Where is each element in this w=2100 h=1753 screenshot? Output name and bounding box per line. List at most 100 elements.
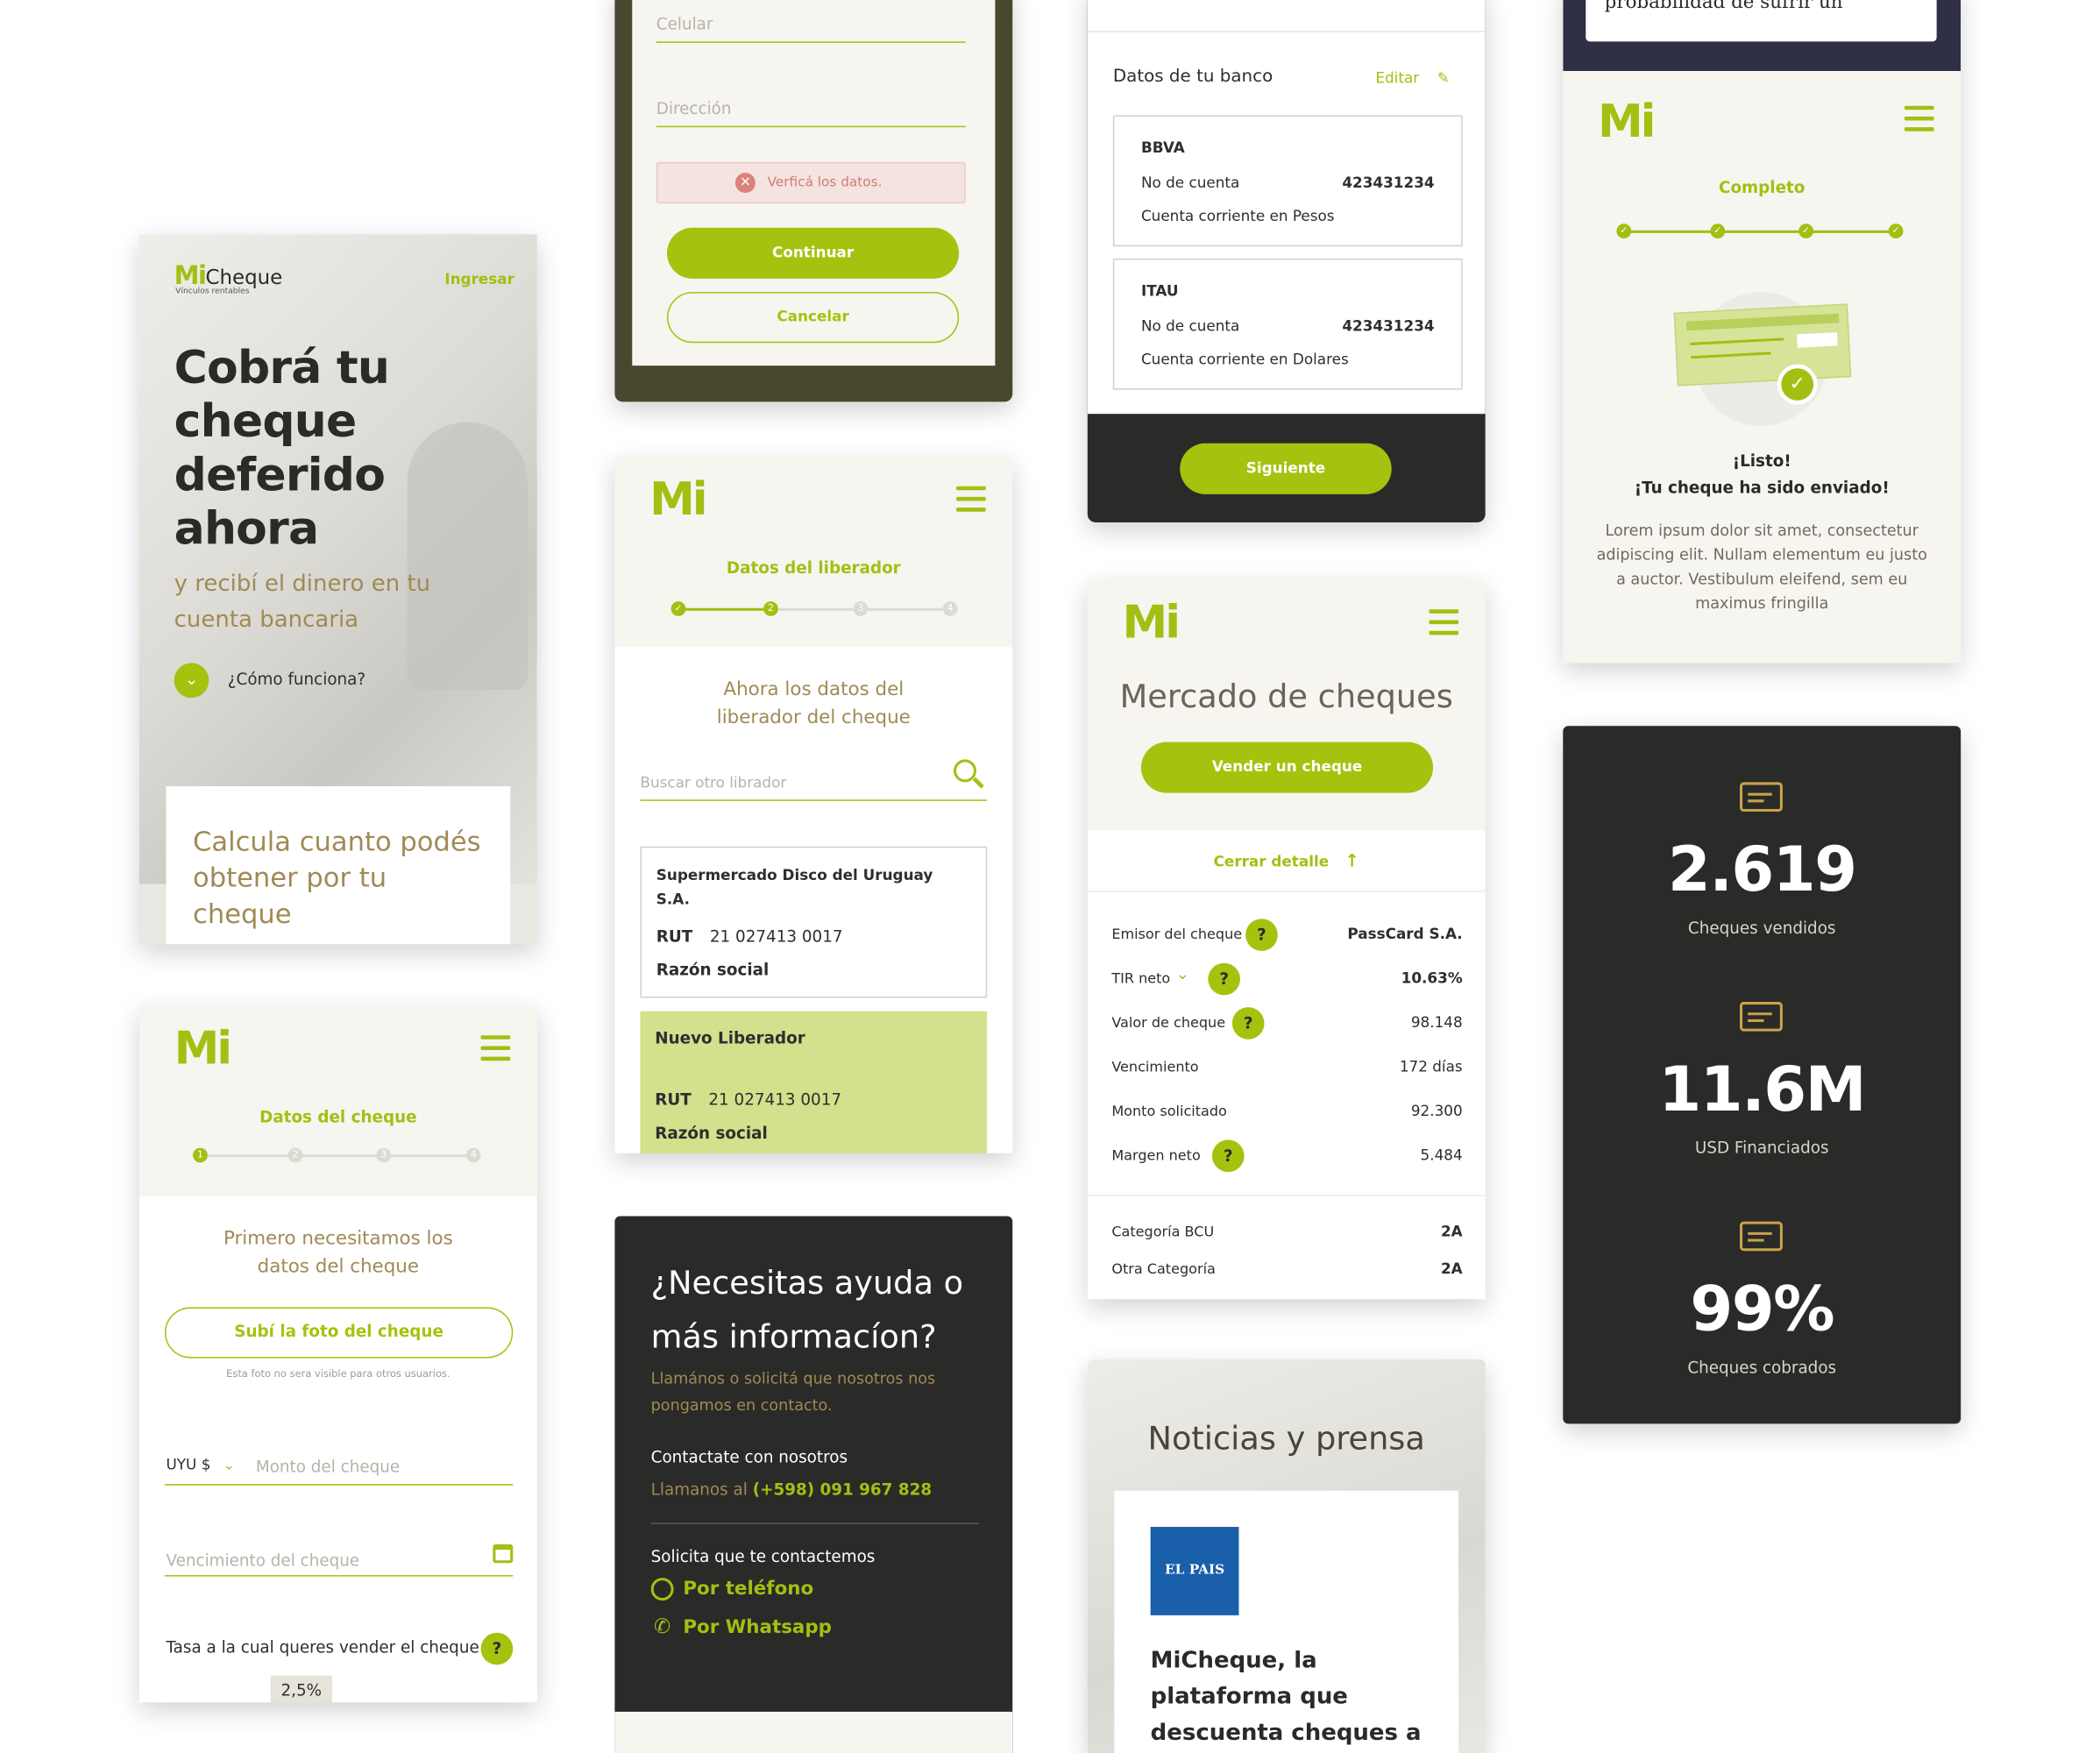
liberador-result[interactable]: Supermercado Disco del Uruguay S.A. RUT … — [640, 846, 988, 998]
by-phone-label: Por teléfono — [683, 1578, 814, 1600]
search-input[interactable]: Buscar otro librador — [640, 774, 786, 791]
account-number: 423431234 — [1342, 317, 1435, 336]
direccion-field[interactable]: Dirección — [656, 99, 732, 117]
new-razon-label: Razón social — [655, 1124, 768, 1143]
amount-input[interactable]: Monto del cheque — [256, 1458, 400, 1476]
mi-logo[interactable]: Mi — [1598, 95, 1656, 148]
cheque-data-card: Mi Datos del cheque 1 2 3 4 Primero nece… — [138, 1005, 537, 1703]
cheque-body: Primero necesitamos los datos del cheque… — [138, 1196, 537, 1703]
new-liberador[interactable]: Nuevo Liberador RUT 21 027413 0017 Razón… — [640, 1011, 988, 1153]
currency-select[interactable]: UYU $ ⌄ — [166, 1456, 234, 1473]
step-4: ✓ — [1888, 224, 1904, 239]
divider — [1087, 1195, 1486, 1196]
market-title: Mercado de cheques — [1119, 678, 1453, 716]
by-whatsapp-link[interactable]: ✆ Por Whatsapp — [651, 1614, 832, 1638]
bank-account-itau[interactable]: ITAU No de cuenta 423431234 Cuenta corri… — [1112, 258, 1463, 390]
wallet-icon — [1737, 1210, 1785, 1253]
how-it-works-button[interactable]: ⌄ ¿Cómo funciona? — [174, 663, 443, 699]
step-1: ✓ — [670, 601, 686, 616]
help-icon[interactable]: ? — [1245, 919, 1278, 951]
step-3: 3 — [853, 601, 869, 616]
market-row: TIR neto ⌄? 10.63% — [1088, 962, 1486, 998]
help-icon[interactable]: ? — [1231, 1007, 1265, 1040]
step-4: 4 — [465, 1147, 481, 1163]
mi-logo[interactable]: Mi — [649, 472, 707, 526]
currency-value: UYU $ — [166, 1456, 211, 1473]
search-underline — [640, 799, 988, 801]
step-2: 2 — [763, 601, 778, 616]
progress-stepper: ✓ 2 3 4 — [670, 601, 958, 617]
sell-cheque-button[interactable]: Vender un cheque — [1140, 742, 1434, 793]
help-icon[interactable]: ? — [1208, 962, 1241, 996]
error-message: ✕ Verficá los datos. — [656, 161, 966, 204]
by-phone-link[interactable]: Por teléfono — [650, 1578, 814, 1601]
next-button[interactable]: Siguiente — [1180, 443, 1392, 494]
menu-icon[interactable] — [480, 1035, 511, 1062]
step-4: 4 — [942, 601, 958, 616]
search-icon[interactable] — [954, 759, 984, 791]
bank-account-bbva[interactable]: BBVA No de cuenta 423431234 Cuenta corri… — [1112, 115, 1463, 247]
contact-title: Contactate con nosotros — [650, 1447, 848, 1467]
chevron-down-icon: ⌄ — [223, 1458, 235, 1473]
step-title: Completo — [1719, 178, 1806, 197]
help-icon[interactable]: ? — [480, 1632, 514, 1665]
mi-logo[interactable]: Mi — [1123, 596, 1181, 649]
market-row-label: Margen neto — [1111, 1147, 1201, 1164]
login-link[interactable]: Ingresar — [444, 271, 514, 288]
logo[interactable]: MiCheque Vínculos rentables — [174, 261, 283, 296]
step-3: 3 — [376, 1147, 392, 1163]
mi-logo[interactable]: Mi — [174, 1022, 232, 1075]
rate-value[interactable]: 2,5% — [270, 1675, 332, 1703]
stat-value: 99% — [1690, 1272, 1834, 1345]
calendar-icon[interactable] — [493, 1544, 514, 1564]
success-sent: ¡Tu cheque ha sido enviado! — [1634, 478, 1890, 497]
cancel-button[interactable]: Cancelar — [666, 292, 960, 344]
edit-link[interactable]: Editar ✎ — [1375, 69, 1449, 87]
success-body: Lorem ipsum dolor sit amet, consectetur … — [1596, 521, 1927, 613]
direccion-underline — [656, 125, 966, 128]
new-rut-value: 21 027413 0017 — [708, 1089, 842, 1110]
market-row-value: PassCard S.A. — [1347, 925, 1463, 943]
menu-icon[interactable] — [956, 486, 986, 514]
step-1: ✓ — [1616, 224, 1632, 239]
continue-button[interactable]: Continuar — [666, 227, 960, 279]
new-rut-label: RUT — [655, 1089, 692, 1110]
market-row: Monto solicitado 92.300 — [1088, 1096, 1486, 1131]
pencil-icon: ✎ — [1437, 69, 1450, 88]
market-row-value: 10.63% — [1401, 969, 1463, 988]
help-icon[interactable]: ? — [1211, 1139, 1245, 1173]
money-icon — [1737, 991, 1785, 1034]
success-card: probabilidad de sufrir un Mi Completo ✓ … — [1563, 0, 1962, 664]
hero-card: MiCheque Vínculos rentables Ingresar Cob… — [138, 234, 537, 945]
call-prefix: Llamanos al — [650, 1480, 748, 1499]
divider — [1087, 31, 1486, 32]
upload-photo-button[interactable]: Subí la foto del cheque — [164, 1307, 514, 1359]
stat-value: 11.6M — [1658, 1053, 1866, 1125]
close-detail-link[interactable]: Cerrar detalle ↑ — [1088, 852, 1486, 872]
market-row: Margen neto? 5.484 — [1088, 1139, 1486, 1175]
chevron-down-icon: ⌄ — [174, 663, 209, 699]
top-text: probabilidad de sufrir un — [1604, 0, 1843, 14]
market-row-value: 92.300 — [1410, 1102, 1463, 1120]
menu-icon[interactable] — [1904, 105, 1934, 133]
phone-link[interactable]: (+598) 091 967 828 — [753, 1480, 932, 1499]
due-date-input[interactable]: Vencimiento del cheque — [166, 1551, 359, 1570]
cheque-icon — [1737, 771, 1785, 814]
liberador-card: Mi Datos del liberador ✓ 2 3 4 Ahora los… — [614, 457, 1013, 1153]
help-footer-strip — [614, 1711, 1013, 1753]
menu-icon[interactable] — [1429, 609, 1459, 636]
news-item[interactable]: EL PAIS MiCheque, la plataforma que desc… — [1114, 1490, 1459, 1753]
market-row-label: Valor de cheque — [1111, 1015, 1226, 1032]
error-icon: ✕ — [734, 173, 756, 194]
news-card: Noticias y prensa EL PAIS MiCheque, la p… — [1087, 1359, 1486, 1753]
whatsapp-icon — [650, 1578, 674, 1601]
news-title: Noticias y prensa — [1147, 1419, 1425, 1458]
celular-field[interactable]: Celular — [656, 15, 713, 33]
bank-title: Datos de tu banco — [1112, 67, 1273, 88]
arrow-up-icon: ↑ — [1344, 851, 1359, 872]
chevron-down-icon[interactable]: ⌄ — [1176, 964, 1189, 983]
step-3: ✓ — [1798, 224, 1814, 239]
rut-value: 21 027413 0017 — [709, 926, 843, 946]
account-type: Cuenta corriente en Pesos — [1140, 207, 1335, 225]
market-row-value: 5.484 — [1420, 1146, 1463, 1164]
